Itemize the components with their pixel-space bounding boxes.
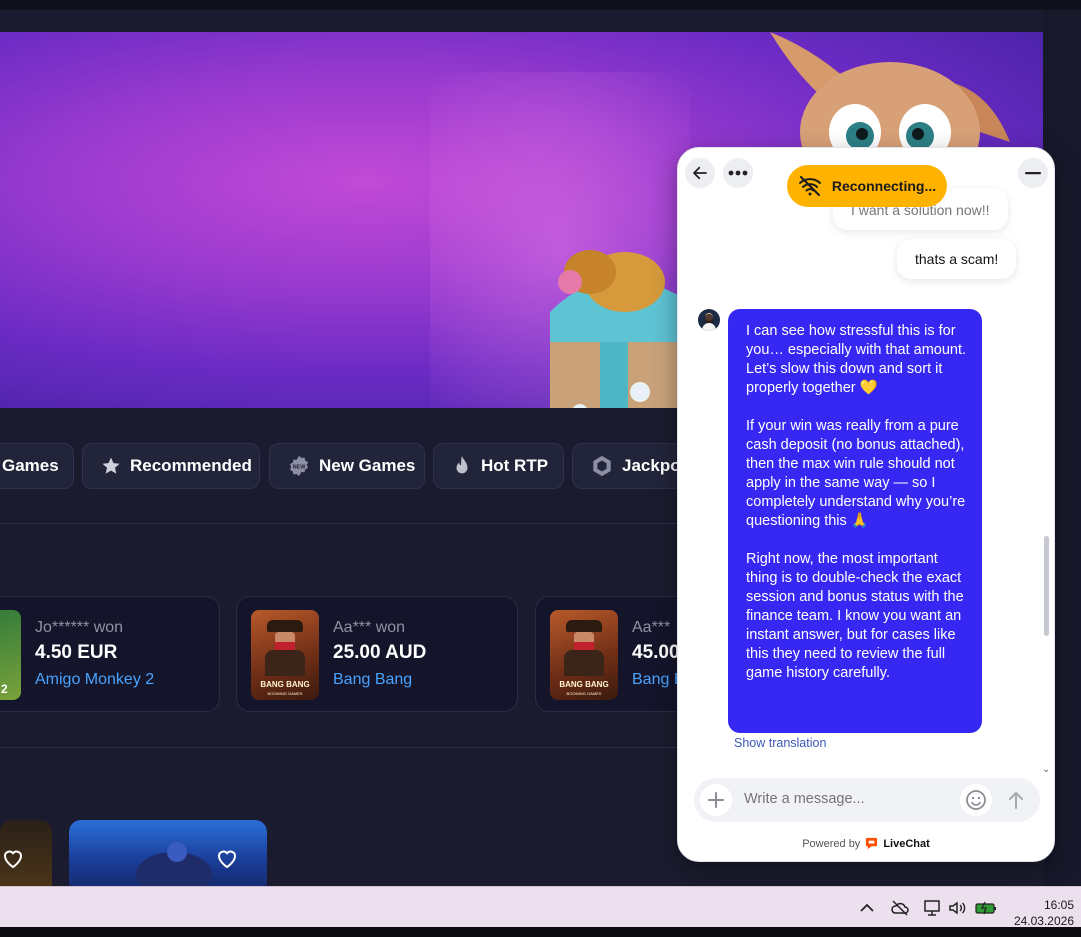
arrow-up-icon — [1009, 792, 1023, 809]
agent-message-paragraph: I can see how stressful this is for you…… — [746, 323, 967, 396]
minimize-icon — [1025, 172, 1041, 175]
cloud-off-icon[interactable] — [890, 899, 910, 917]
game-link[interactable]: Amigo Monkey 2 — [35, 671, 154, 689]
smiley-icon — [966, 790, 986, 810]
new-badge-icon: NEW — [290, 455, 308, 477]
livechat-brand: LiveChat — [883, 837, 930, 850]
thumbnail-subtitle: BOOMING GAMES — [267, 691, 303, 696]
browser-top-edge — [0, 0, 1081, 10]
recent-win-card[interactable]: BANG BANG BOOMING GAMES Aa*** won 25.00 … — [236, 596, 518, 712]
tile-character-art — [136, 842, 212, 886]
agent-message-paragraph: If your win was really from a pure cash … — [746, 418, 966, 529]
ellipsis-icon — [728, 170, 748, 176]
agent-avatar-image — [702, 313, 716, 331]
screen-bottom-edge — [0, 927, 1081, 937]
message-input[interactable] — [744, 791, 944, 807]
category-label: Hot RTP — [481, 456, 549, 475]
reconnecting-status-pill: Reconnecting... — [787, 165, 947, 207]
plus-icon — [708, 792, 724, 808]
game-link[interactable]: Bang Bang — [333, 671, 412, 689]
powered-by-text: Powered by — [802, 837, 861, 850]
wifi-off-icon — [798, 176, 821, 196]
thumbnail-art — [566, 620, 602, 632]
game-thumbnail: BANG BANG BOOMING GAMES — [550, 610, 618, 700]
chat-scrollbar[interactable] — [1044, 536, 1049, 636]
favorite-heart-icon[interactable] — [215, 846, 239, 870]
message-text: thats a scam! — [915, 251, 999, 267]
category-hot-rtp-button[interactable]: Hot RTP — [433, 443, 564, 489]
send-button[interactable] — [1002, 786, 1030, 814]
game-tile[interactable] — [0, 820, 52, 886]
back-button[interactable] — [685, 158, 715, 188]
thumbnail-title: BANG BANG — [260, 680, 310, 689]
screen: Games Recommended NEW New Games Hot RTP … — [0, 0, 1081, 937]
thumbnail-art — [267, 620, 303, 632]
os-taskbar: 16:05 24.03.2026 — [0, 886, 1081, 929]
flame-icon — [456, 455, 468, 474]
star-icon — [102, 457, 120, 474]
category-label: New Games — [319, 456, 416, 475]
category-label: Recommended — [130, 456, 252, 475]
thumbnail-title: BANG BANG — [559, 680, 609, 689]
favorite-heart-icon[interactable] — [1, 846, 25, 870]
thumbnail-subtitle: BOOMING GAMES — [566, 691, 602, 696]
section-divider — [0, 523, 680, 524]
message-composer — [694, 778, 1040, 822]
show-translation-link[interactable]: Show translation — [734, 736, 826, 750]
category-label: Games — [2, 456, 59, 475]
game-thumbnail: 2 — [0, 610, 21, 700]
battery-charging-icon[interactable] — [975, 899, 997, 917]
scroll-down-arrow-icon[interactable]: ⌄ — [1042, 764, 1050, 775]
more-options-button[interactable] — [723, 158, 753, 188]
status-text: Reconnecting... — [831, 178, 937, 194]
livechat-logo-icon — [866, 837, 878, 850]
win-amount: 25.00 AUD — [333, 642, 427, 663]
thumbnail-art — [574, 642, 594, 650]
thumbnail-art — [564, 650, 604, 676]
gift-box-illustration — [550, 250, 690, 408]
thumbnail-badge: 2 — [1, 682, 8, 696]
recent-win-card[interactable]: 2 Jo****** won 4.50 EUR Amigo Monkey 2 — [0, 596, 220, 712]
gem-icon — [593, 455, 611, 477]
powered-by-footer[interactable]: Powered by LiveChat — [678, 837, 1054, 850]
win-amount: 45.00 — [632, 642, 680, 663]
attach-button[interactable] — [700, 784, 732, 816]
agent-message-bubble: I can see how stressful this is for you…… — [728, 309, 982, 733]
new-badge-text: NEW — [293, 464, 307, 470]
thumbnail-art — [265, 650, 305, 676]
user-message-bubble: thats a scam! — [897, 239, 1017, 279]
category-new-games-button[interactable]: NEW New Games — [269, 443, 425, 489]
agent-message-paragraph: Right now, the most important thing is t… — [746, 551, 964, 681]
section-divider — [0, 747, 680, 748]
network-icon[interactable] — [922, 899, 942, 917]
volume-icon[interactable] — [947, 899, 967, 917]
winner-name: Jo****** won — [35, 619, 124, 636]
livechat-widget: I want a solution now!! Reconnecting... … — [677, 147, 1055, 862]
thumbnail-art — [275, 642, 295, 650]
arrow-left-icon — [693, 166, 707, 180]
agent-avatar — [698, 309, 720, 331]
winner-name: Aa*** won — [333, 619, 406, 636]
category-label: Jackpo — [622, 456, 681, 475]
category-games-button[interactable]: Games — [0, 443, 74, 489]
win-amount: 4.50 EUR — [35, 642, 118, 663]
category-recommended-button[interactable]: Recommended — [82, 443, 260, 489]
clock-time: 16:05 — [1043, 898, 1074, 912]
winner-name: Aa*** — [632, 619, 671, 636]
minimize-button[interactable] — [1018, 158, 1048, 188]
game-tile[interactable] — [69, 820, 267, 886]
emoji-button[interactable] — [960, 784, 992, 816]
chevron-up-icon[interactable] — [857, 899, 877, 917]
system-clock[interactable]: 16:05 24.03.2026 — [1014, 897, 1074, 929]
game-thumbnail: BANG BANG BOOMING GAMES — [251, 610, 319, 700]
